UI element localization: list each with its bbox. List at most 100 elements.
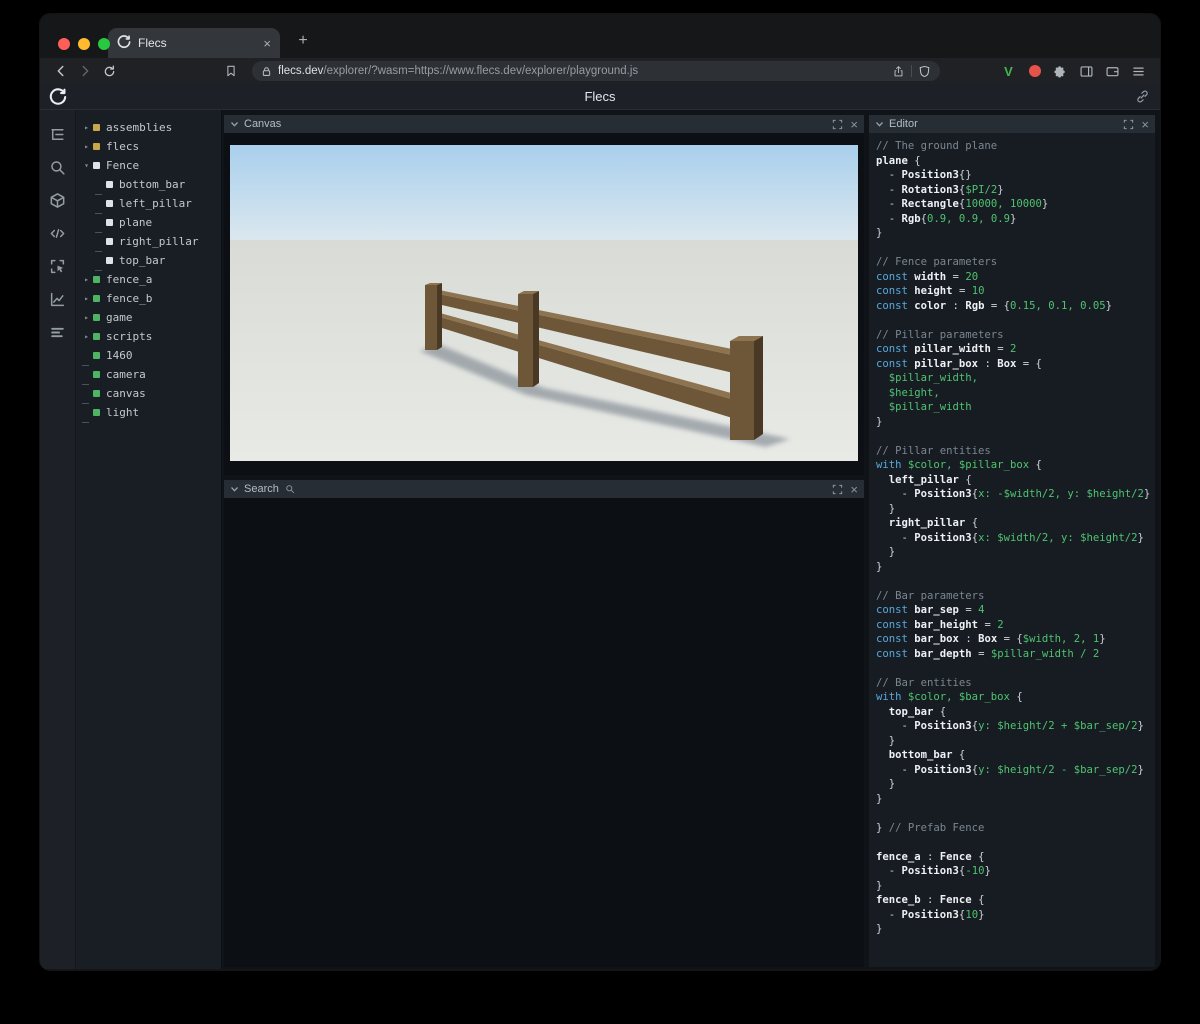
code-line: - Position3{x: -$width/2, y: $height/2}: [876, 488, 1151, 500]
link-icon[interactable]: [1135, 89, 1150, 104]
code-line: }: [876, 923, 883, 935]
module-square-icon: [93, 143, 100, 150]
url-host: flecs.dev: [278, 65, 324, 77]
address-bar[interactable]: flecs.dev/explorer/?wasm=https://www.fle…: [252, 61, 940, 81]
code-line: // Pillar parameters: [876, 328, 1004, 341]
chevron-right-icon[interactable]: ▸: [80, 275, 93, 284]
entity-tree: ▸ assemblies ▸ flecs ▾ Fence bottom_bar left_pi…: [76, 110, 222, 969]
close-panel-icon[interactable]: ×: [850, 118, 858, 131]
close-tab-icon[interactable]: ×: [263, 36, 271, 51]
canvas-panel-header: Canvas ×: [224, 115, 864, 133]
close-window-button[interactable]: [58, 38, 70, 50]
chevron-down-icon[interactable]: ▾: [80, 161, 93, 170]
chevron-down-icon[interactable]: [230, 485, 239, 493]
expand-icon[interactable]: [832, 119, 843, 130]
chevron-down-icon[interactable]: [875, 120, 884, 128]
expand-icon[interactable]: [832, 484, 843, 495]
chevron-right-icon[interactable]: ▸: [80, 142, 93, 151]
entity-square-icon: [93, 371, 100, 378]
code-line: }: [876, 560, 883, 573]
red-extension-icon[interactable]: [1023, 60, 1046, 83]
back-button[interactable]: [50, 60, 72, 82]
wallet-icon[interactable]: [1101, 60, 1124, 83]
center-column: Canvas × Search ×: [222, 110, 866, 969]
chevron-down-icon[interactable]: [230, 120, 239, 128]
flecs-logo-icon[interactable]: [49, 87, 67, 106]
tree-item-left_pillar[interactable]: left_pillar: [76, 194, 221, 214]
menu-icon[interactable]: [1127, 60, 1150, 83]
tree-item-top_bar[interactable]: top_bar: [76, 251, 221, 271]
bookmark-icon[interactable]: [220, 60, 242, 82]
reload-button[interactable]: [98, 60, 120, 82]
tree-item-Fence[interactable]: ▾ Fence: [76, 156, 221, 175]
minimize-window-button[interactable]: [78, 38, 90, 50]
app-header: Flecs: [40, 84, 1160, 110]
entity-square-icon: [93, 409, 100, 416]
tree-item-fence_a[interactable]: ▸ fence_a: [76, 270, 221, 289]
brave-shield-icon[interactable]: [918, 65, 931, 78]
forward-button[interactable]: [74, 60, 96, 82]
tree-item-scripts[interactable]: ▸ scripts: [76, 327, 221, 346]
tree-item-assemblies[interactable]: ▸ assemblies: [76, 118, 221, 137]
tree-item-light[interactable]: light: [76, 403, 221, 423]
browser-tab[interactable]: Flecs ×: [108, 28, 280, 58]
search-panel: Search ×: [224, 480, 864, 967]
chevron-right-icon[interactable]: ▸: [80, 123, 93, 132]
violentmonkey-extension-icon[interactable]: V: [997, 60, 1020, 83]
share-icon[interactable]: [892, 65, 905, 78]
code-line: // Bar parameters: [876, 589, 985, 602]
close-panel-icon[interactable]: ×: [1141, 118, 1149, 131]
tree-item-plane[interactable]: plane: [76, 213, 221, 233]
tree-icon[interactable]: [46, 122, 70, 146]
code-line: - Position3{}: [876, 169, 972, 181]
tree-item-bottom_bar[interactable]: bottom_bar: [76, 175, 221, 195]
editor-code[interactable]: // The ground plane plane { - Position3{}…: [869, 133, 1155, 967]
chevron-right-icon[interactable]: ▸: [80, 332, 93, 341]
close-panel-icon[interactable]: ×: [850, 483, 858, 496]
inspector-icon[interactable]: [46, 254, 70, 278]
tree-item-flecs[interactable]: ▸ flecs: [76, 137, 221, 156]
chevron-right-icon[interactable]: ▸: [80, 313, 93, 322]
tree-item-right_pillar[interactable]: right_pillar: [76, 232, 221, 252]
code-icon[interactable]: [46, 221, 70, 245]
tree-item-label: plane: [119, 216, 153, 229]
tree-item-camera[interactable]: camera: [76, 365, 221, 385]
tree-item-game[interactable]: ▸ game: [76, 308, 221, 327]
expand-icon[interactable]: [1123, 119, 1134, 130]
tree-item-fence_b[interactable]: ▸ fence_b: [76, 289, 221, 308]
chevron-right-icon[interactable]: ▸: [80, 294, 93, 303]
fence-3d-scene: [230, 145, 858, 461]
chart-icon[interactable]: [46, 287, 70, 311]
sky: [230, 145, 858, 242]
code-line: - Position3{-10}: [876, 865, 991, 877]
code-line: $height,: [876, 386, 940, 399]
tree-item-label: flecs: [106, 140, 140, 153]
code-line: }: [876, 778, 896, 790]
tool-strip: [40, 110, 76, 969]
code-line: top_bar {: [888, 705, 947, 718]
prefab-square-icon: [106, 181, 113, 188]
code-line: }: [876, 227, 883, 239]
zoom-window-button[interactable]: [98, 38, 110, 50]
code-line: with $color, $pillar_box {: [876, 459, 1042, 471]
stats-icon[interactable]: [46, 320, 70, 344]
search-results-area[interactable]: [224, 498, 864, 967]
search-icon[interactable]: [46, 155, 70, 179]
tree-item-label: fence_a: [106, 273, 153, 286]
tree-item-canvas[interactable]: canvas: [76, 384, 221, 404]
code-line: - Rectangle{10000, 10000}: [876, 198, 1049, 210]
cube-icon[interactable]: [46, 188, 70, 212]
tree-item-label: light: [106, 406, 140, 419]
prefab-square-icon: [106, 257, 113, 264]
extension-area: V: [997, 60, 1150, 83]
extensions-puzzle-icon[interactable]: [1049, 60, 1072, 83]
canvas-viewport[interactable]: [230, 145, 858, 461]
new-tab-button[interactable]: +: [290, 28, 316, 54]
sidebar-toggle-icon[interactable]: [1075, 60, 1098, 83]
tree-item-1460[interactable]: 1460: [76, 346, 221, 366]
entity-square-icon: [93, 352, 100, 359]
